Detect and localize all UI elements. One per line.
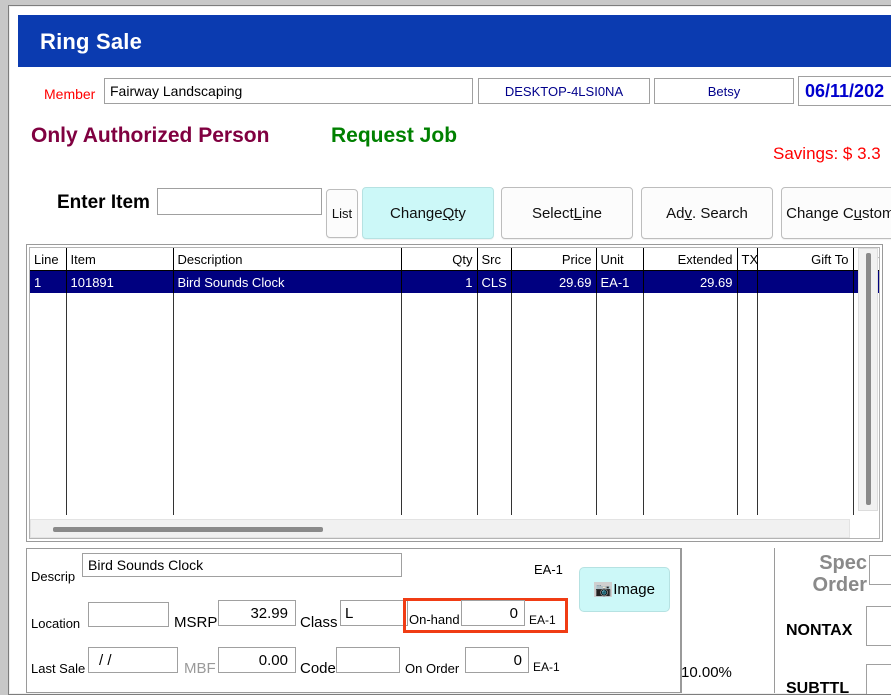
spec-order-line2: Order — [812, 574, 867, 596]
msrp-label: MSRP — [174, 614, 218, 631]
column-header-src[interactable]: Src — [477, 248, 512, 271]
column-header-extended[interactable]: Extended — [643, 248, 738, 271]
code-label: Code — [300, 660, 336, 677]
member-input[interactable]: Fairway Landscaping — [104, 78, 473, 104]
change-qty-button[interactable]: Change Qty — [362, 187, 494, 239]
grid-horizontal-scrollbar[interactable] — [30, 519, 850, 538]
list-button[interactable]: List — [326, 189, 358, 238]
column-header-price[interactable]: Price — [511, 248, 597, 271]
change-customer-accel: u — [853, 204, 863, 222]
nontax-input[interactable] — [866, 606, 891, 646]
line-items-grid-viewport: Line Item Description Qty Src Price Unit Extend… — [29, 247, 880, 539]
member-label: Member — [44, 86, 96, 102]
only-authorized-person-label: Only Authorized Person — [31, 124, 270, 147]
descrip-input[interactable]: Bird Sounds Clock — [82, 553, 402, 577]
savings-label: Savings: $ 3.3 — [773, 144, 881, 163]
select-line-label-post: ine — [582, 204, 603, 222]
change-qty-label-pre: Change — [390, 204, 443, 222]
user-field[interactable]: Betsy — [654, 78, 794, 104]
table-empty-area — [30, 293, 879, 515]
image-button[interactable]: 📷 Image — [579, 567, 670, 612]
discount-percent-label: 10.00% — [681, 664, 732, 681]
grid-vertical-scrollbar-thumb[interactable] — [866, 253, 871, 505]
window-title-bar: Ring Sale — [18, 15, 891, 67]
cell-src: CLS — [477, 270, 512, 293]
mbf-input[interactable]: 0.00 — [218, 647, 296, 673]
column-header-description[interactable]: Description — [173, 248, 402, 271]
spec-order-input[interactable] — [869, 555, 891, 585]
adv-search-accel: v — [684, 204, 692, 222]
column-header-unit[interactable]: Unit — [596, 248, 644, 271]
cell-unit: EA-1 — [596, 270, 644, 293]
line-items-grid: Line Item Description Qty Src Price Unit Extend… — [26, 244, 883, 542]
cell-extended: 29.69 — [643, 270, 738, 293]
list-button-label: List — [331, 206, 353, 221]
spec-order-label: Spec Order — [799, 552, 867, 596]
spec-order-line1: Spec — [819, 552, 867, 574]
column-header-line[interactable]: Line — [30, 248, 67, 271]
adv-search-label-post: . Search — [691, 204, 748, 222]
location-input[interactable] — [88, 602, 169, 627]
select-line-button[interactable]: Select Line — [501, 187, 633, 239]
ring-sale-window: Ring Sale Member Fairway Landscaping DES… — [8, 5, 891, 695]
mbf-label: MBF — [184, 660, 216, 677]
nontax-label: NONTAX — [786, 622, 853, 639]
select-line-accel: L — [573, 204, 582, 222]
adv-search-button[interactable]: Ad v. Search — [641, 187, 773, 239]
cell-tx — [737, 270, 758, 293]
subttl-input[interactable] — [866, 664, 891, 694]
descrip-unit-label: EA-1 — [534, 562, 563, 577]
change-customer-label-post: stomer — [862, 204, 891, 222]
on-order-input[interactable]: 0 — [465, 647, 529, 673]
change-customer-button[interactable]: Change Customer — [781, 187, 891, 239]
request-job-label: Request Job — [331, 124, 458, 147]
cell-gift-to — [757, 270, 854, 293]
page-title: Ring Sale — [40, 29, 143, 54]
on-hand-label: On-hand — [409, 612, 460, 627]
cell-qty: 1 — [401, 270, 478, 293]
cell-description: Bird Sounds Clock — [173, 270, 402, 293]
msrp-input[interactable]: 32.99 — [218, 600, 296, 626]
camera-icon: 📷 — [594, 582, 613, 597]
on-order-unit-label: EA-1 — [533, 660, 560, 674]
adv-search-label-pre: Ad — [666, 204, 685, 222]
cell-line: 1 — [30, 270, 67, 293]
grid-horizontal-scrollbar-thumb[interactable] — [53, 527, 323, 532]
change-qty-label-post: ty — [454, 204, 466, 222]
enter-item-input[interactable] — [157, 188, 322, 215]
change-customer-label-pre: Change C — [786, 204, 854, 222]
column-header-gift-to[interactable]: Gift To — [757, 248, 854, 271]
image-button-label: Image — [613, 581, 655, 598]
column-header-tx[interactable]: TX — [737, 248, 758, 271]
column-header-item[interactable]: Item — [66, 248, 174, 271]
class-input[interactable]: L — [340, 600, 408, 626]
last-sale-label: Last Sale — [31, 661, 86, 676]
subttl-label: SUBTTL — [786, 680, 850, 695]
on-hand-input[interactable]: 0 — [461, 600, 525, 626]
workstation-field[interactable]: DESKTOP-4LSI0NA — [478, 78, 650, 104]
date-field[interactable]: 06/11/202 — [798, 76, 891, 106]
location-label: Location — [31, 616, 81, 631]
change-qty-accel: Q — [442, 204, 455, 222]
table-row[interactable]: 1 101891 Bird Sounds Clock 1 CLS 29.69 EA-1 29.… — [30, 270, 879, 293]
enter-item-label: Enter Item — [57, 192, 150, 213]
column-header-qty[interactable]: Qty — [401, 248, 478, 271]
cell-price: 29.69 — [511, 270, 597, 293]
table-header-row: Line Item Description Qty Src Price Unit Extend… — [30, 248, 879, 271]
code-input[interactable] — [336, 647, 400, 673]
cell-item: 101891 — [66, 270, 174, 293]
select-line-label-pre: Select — [531, 204, 574, 222]
on-hand-unit-label: EA-1 — [529, 613, 556, 627]
line-items-table: Line Item Description Qty Src Price Unit Extend… — [30, 248, 879, 515]
descrip-label: Descrip — [31, 569, 76, 584]
on-order-label: On Order — [405, 661, 460, 676]
last-sale-input[interactable]: / / — [88, 647, 178, 673]
class-label: Class — [300, 614, 338, 631]
grid-vertical-scrollbar[interactable] — [858, 248, 878, 511]
